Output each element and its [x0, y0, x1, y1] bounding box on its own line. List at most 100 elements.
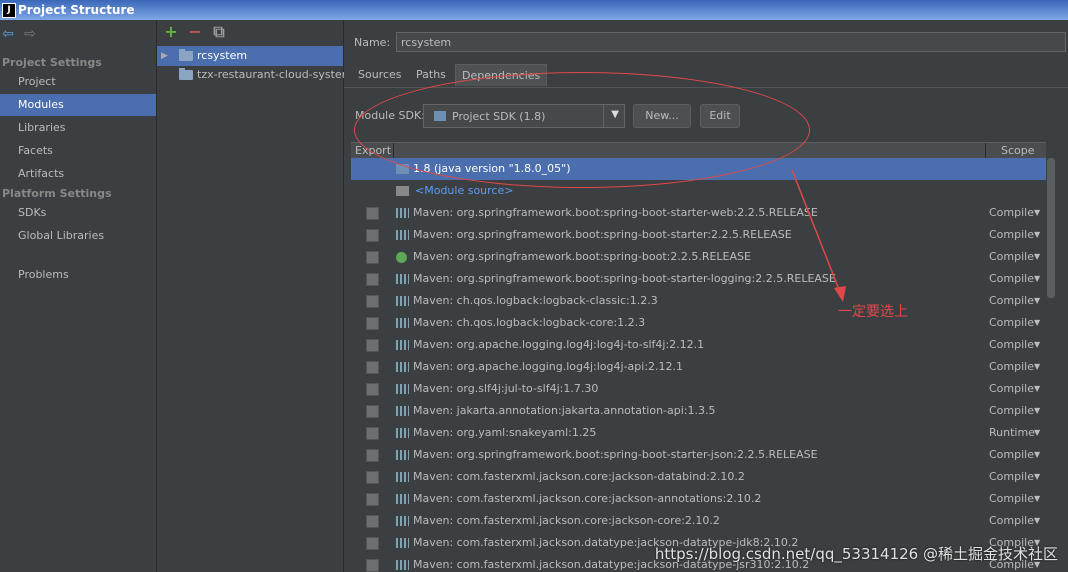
chevron-down-icon[interactable]: ▼ — [1034, 510, 1040, 532]
dependency-row[interactable]: Maven: org.springframework.boot:spring-b… — [351, 202, 1046, 224]
maven-library-icon — [396, 362, 409, 372]
dependency-row[interactable]: <Module source> — [351, 180, 1046, 202]
back-arrow-icon[interactable]: ⇦ — [0, 26, 16, 42]
dependency-row[interactable]: Maven: ch.qos.logback:logback-classic:1.… — [351, 290, 1046, 312]
export-checkbox[interactable] — [366, 361, 379, 374]
chevron-down-icon[interactable]: ▼ — [1034, 312, 1040, 334]
export-checkbox[interactable] — [366, 537, 379, 550]
dependency-scope[interactable]: Compile — [989, 466, 1034, 488]
expand-arrow-icon[interactable]: ▶ — [161, 46, 168, 66]
dependency-row[interactable]: Maven: org.springframework.boot:spring-b… — [351, 246, 1046, 268]
maven-library-icon — [396, 318, 409, 328]
export-checkbox[interactable] — [366, 207, 379, 220]
remove-module-icon[interactable]: − — [187, 24, 203, 40]
dependency-scope[interactable]: Compile — [989, 268, 1034, 290]
chevron-down-icon[interactable]: ▼ — [1034, 444, 1040, 466]
chevron-down-icon[interactable]: ▼ — [1034, 202, 1040, 224]
copy-module-icon[interactable]: ⧉ — [211, 24, 227, 40]
nav-item-artifacts[interactable]: Artifacts — [0, 163, 156, 185]
column-header-export[interactable]: Export — [355, 144, 391, 157]
dependency-scope[interactable]: Compile — [989, 488, 1034, 510]
dependency-scope[interactable]: Compile — [989, 290, 1034, 312]
module-name-input[interactable] — [396, 32, 1066, 52]
dependency-row[interactable]: Maven: com.fasterxml.jackson.core:jackso… — [351, 466, 1046, 488]
src-library-icon — [396, 186, 409, 196]
chevron-down-icon[interactable]: ▼ — [1034, 422, 1040, 444]
chevron-down-icon[interactable]: ▼ — [1034, 290, 1040, 312]
dependency-row[interactable]: Maven: org.springframework.boot:spring-b… — [351, 268, 1046, 290]
chevron-down-icon[interactable]: ▼ — [1034, 224, 1040, 246]
scrollbar-thumb[interactable] — [1047, 158, 1055, 298]
export-checkbox[interactable] — [366, 559, 379, 572]
dependency-scope[interactable]: Compile — [989, 246, 1034, 268]
edit-sdk-button[interactable]: Edit — [700, 104, 740, 128]
dependency-row[interactable]: Maven: com.fasterxml.jackson.core:jackso… — [351, 488, 1046, 510]
export-checkbox[interactable] — [366, 383, 379, 396]
dependency-name: Maven: org.springframework.boot:spring-b… — [413, 272, 836, 285]
export-checkbox[interactable] — [366, 515, 379, 528]
dependency-row[interactable]: Maven: org.slf4j:jul-to-slf4j:1.7.30 Comp… — [351, 378, 1046, 400]
chevron-down-icon[interactable]: ▼ — [1034, 246, 1040, 268]
chevron-down-icon[interactable]: ▼ — [1034, 400, 1040, 422]
tree-item-rcsystem[interactable]: ▶ rcsystem — [157, 46, 343, 66]
dependency-row[interactable]: Maven: jakarta.annotation:jakarta.annota… — [351, 400, 1046, 422]
sdk-folder-icon — [434, 111, 446, 121]
chevron-down-icon[interactable]: ▼ — [1034, 334, 1040, 356]
export-checkbox[interactable] — [366, 449, 379, 462]
export-checkbox[interactable] — [366, 339, 379, 352]
export-checkbox[interactable] — [366, 317, 379, 330]
nav-item-project[interactable]: Project — [0, 71, 156, 93]
export-checkbox[interactable] — [366, 229, 379, 242]
chevron-down-icon[interactable]: ▼ — [611, 109, 619, 120]
nav-item-problems[interactable]: Problems — [0, 264, 156, 286]
export-checkbox[interactable] — [366, 427, 379, 440]
add-module-icon[interactable]: + — [163, 24, 179, 40]
dependency-row[interactable]: Maven: ch.qos.logback:logback-core:1.2.3… — [351, 312, 1046, 334]
dependency-row[interactable]: Maven: org.springframework.boot:spring-b… — [351, 224, 1046, 246]
column-header-scope[interactable]: Scope — [1001, 144, 1035, 157]
dependency-name: Maven: com.fasterxml.jackson.core:jackso… — [413, 514, 720, 527]
chevron-down-icon[interactable]: ▼ — [1034, 268, 1040, 290]
tab-sources[interactable]: Sources — [352, 64, 408, 85]
nav-item-libraries[interactable]: Libraries — [0, 117, 156, 139]
dependency-row[interactable]: Maven: org.apache.logging.log4j:log4j-to… — [351, 334, 1046, 356]
export-checkbox[interactable] — [366, 405, 379, 418]
dependency-scope[interactable]: Compile — [989, 444, 1034, 466]
dependency-scope[interactable]: Compile — [989, 510, 1034, 532]
dependency-row[interactable]: 1.8 (java version "1.8.0_05") — [351, 158, 1046, 180]
tab-dependencies[interactable]: Dependencies — [455, 64, 548, 86]
dependency-scope[interactable]: Compile — [989, 312, 1034, 334]
export-checkbox[interactable] — [366, 471, 379, 484]
dependency-scope[interactable]: Runtime — [989, 422, 1035, 444]
new-sdk-button[interactable]: New... — [633, 104, 691, 128]
export-checkbox[interactable] — [366, 251, 379, 264]
forward-arrow-icon[interactable]: ⇨ — [22, 26, 38, 42]
dependency-name: Maven: org.apache.logging.log4j:log4j-to… — [413, 338, 705, 351]
nav-item-facets[interactable]: Facets — [0, 140, 156, 162]
nav-item-modules[interactable]: Modules — [0, 94, 156, 116]
export-checkbox[interactable] — [366, 273, 379, 286]
chevron-down-icon[interactable]: ▼ — [1034, 356, 1040, 378]
export-checkbox[interactable] — [366, 493, 379, 506]
nav-item-global-libraries[interactable]: Global Libraries — [0, 225, 156, 247]
dependency-row[interactable]: Maven: org.yaml:snakeyaml:1.25 Runtime ▼ — [351, 422, 1046, 444]
chevron-down-icon[interactable]: ▼ — [1034, 466, 1040, 488]
platform-settings-header: Platform Settings — [2, 187, 112, 200]
dependency-scope[interactable]: Compile — [989, 334, 1034, 356]
nav-item-sdks[interactable]: SDKs — [0, 202, 156, 224]
module-sdk-dropdown[interactable]: Project SDK (1.8) ▼ — [423, 104, 625, 128]
dependency-scope[interactable]: Compile — [989, 202, 1034, 224]
dependency-scope[interactable]: Compile — [989, 224, 1034, 246]
tab-paths[interactable]: Paths — [410, 64, 452, 85]
dependency-row[interactable]: Maven: com.fasterxml.jackson.core:jackso… — [351, 510, 1046, 532]
dependency-scope[interactable]: Compile — [989, 356, 1034, 378]
chevron-down-icon[interactable]: ▼ — [1034, 378, 1040, 400]
dependencies-scrollbar[interactable] — [1047, 158, 1055, 572]
chevron-down-icon[interactable]: ▼ — [1034, 488, 1040, 510]
dependency-scope[interactable]: Compile — [989, 378, 1034, 400]
dependency-row[interactable]: Maven: org.apache.logging.log4j:log4j-ap… — [351, 356, 1046, 378]
tree-item-tzx-restaurant-cloud-system[interactable]: tzx-restaurant-cloud-system — [157, 65, 352, 85]
dependency-row[interactable]: Maven: org.springframework.boot:spring-b… — [351, 444, 1046, 466]
dependency-scope[interactable]: Compile — [989, 400, 1034, 422]
export-checkbox[interactable] — [366, 295, 379, 308]
